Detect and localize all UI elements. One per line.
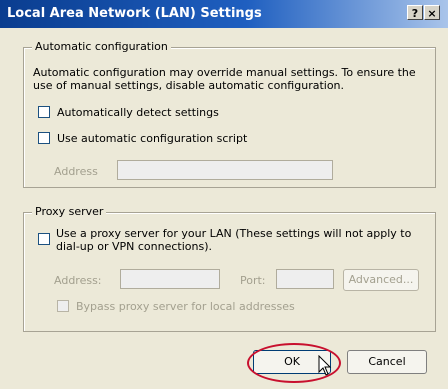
proxy-address-input — [120, 269, 220, 289]
script-address-label: Address — [54, 165, 98, 178]
auto-detect-label[interactable]: Automatically detect settings — [57, 106, 219, 119]
proxy-server-legend: Proxy server — [32, 205, 107, 218]
use-config-script-checkbox[interactable] — [38, 132, 50, 144]
cancel-button[interactable]: Cancel — [347, 350, 427, 374]
mouse-pointer-icon — [318, 355, 332, 376]
auto-config-description-line1: Automatic configuration may override man… — [33, 66, 416, 79]
window-title: Local Area Network (LAN) Settings — [7, 6, 262, 21]
use-proxy-checkbox[interactable] — [38, 233, 50, 245]
script-address-input — [117, 160, 333, 180]
proxy-port-input — [276, 269, 334, 289]
use-proxy-label-line1[interactable]: Use a proxy server for your LAN (These s… — [56, 227, 411, 240]
auto-config-description-line2: use of manual settings, disable automati… — [33, 79, 345, 92]
automatic-configuration-legend: Automatic configuration — [32, 40, 171, 53]
help-button[interactable]: ? — [407, 5, 423, 20]
bypass-local-label: Bypass proxy server for local addresses — [76, 300, 295, 313]
use-config-script-label[interactable]: Use automatic configuration script — [57, 132, 247, 145]
proxy-port-label: Port: — [240, 274, 266, 287]
automatic-configuration-group: Automatic configuration Automatic config… — [23, 40, 436, 188]
advanced-button: Advanced... — [343, 269, 419, 291]
close-button[interactable]: × — [424, 5, 440, 20]
use-proxy-label-line2[interactable]: dial-up or VPN connections). — [56, 240, 212, 253]
proxy-server-group: Proxy server Use a proxy server for your… — [23, 205, 436, 332]
title-bar: Local Area Network (LAN) Settings ? × — [0, 0, 448, 28]
proxy-address-label: Address: — [54, 274, 102, 287]
auto-detect-checkbox[interactable] — [38, 106, 50, 118]
bypass-local-checkbox — [57, 300, 69, 312]
